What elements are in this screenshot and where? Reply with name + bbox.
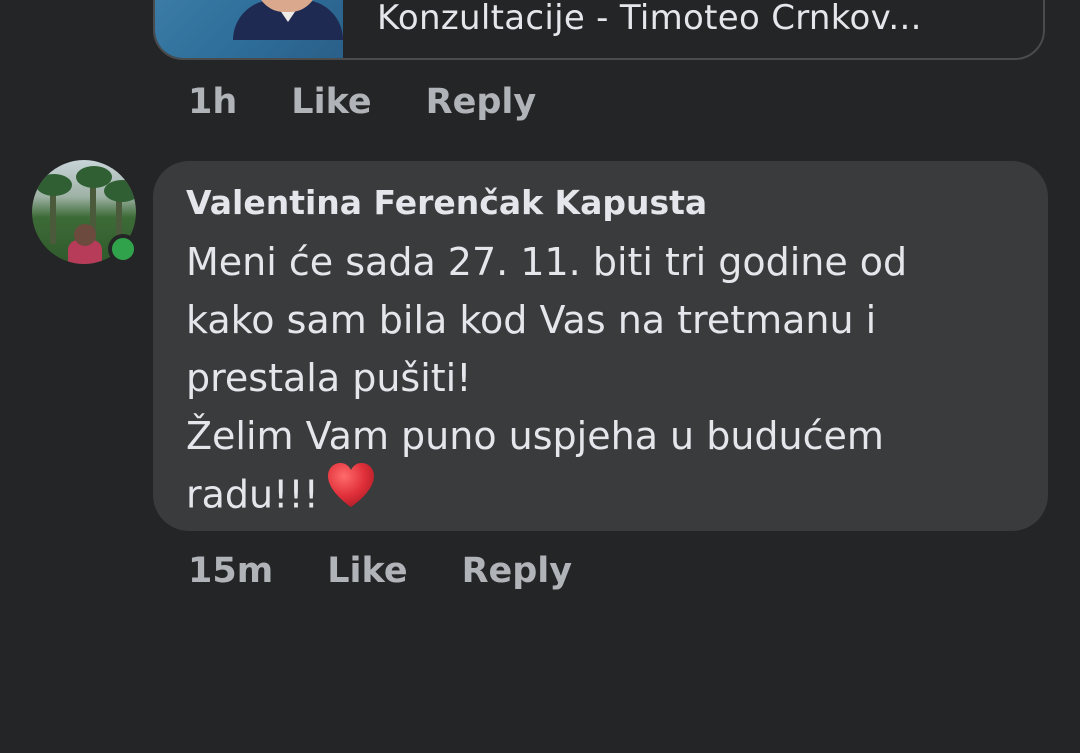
red-heart-icon — [325, 461, 377, 525]
comment-line: prestala pušiti! — [186, 356, 472, 400]
link-preview-title[interactable]: Konzultacije - Timoteo Crnkov... — [377, 0, 922, 38]
avatar-palm-leaves — [36, 174, 72, 196]
reply-button[interactable]: Reply — [462, 551, 573, 591]
avatar-palm-leaves — [104, 180, 136, 202]
comment-author-name[interactable]: Valentina Ferenčak Kapusta — [186, 183, 707, 222]
comment-line: Meni će sada 27. 11. biti tri godine od — [186, 240, 908, 284]
comment-bubble[interactable]: Valentina Ferenčak Kapusta Meni će sada … — [153, 161, 1048, 531]
comment-actions-previous: 1h Like Reply — [188, 82, 536, 122]
comment-line: Želim Vam puno uspjeha u budućem — [186, 414, 884, 458]
comment-line: kako sam bila kod Vas na tretmanu i — [186, 298, 877, 342]
comment-line: radu!!! — [186, 472, 319, 517]
comment-last-line: radu!!! — [186, 463, 986, 529]
comments-screen: Konzultacije - Timoteo Crnkov... 1h Like… — [0, 0, 1080, 753]
online-status-indicator — [108, 234, 138, 264]
reply-button[interactable]: Reply — [426, 82, 537, 122]
avatar-person-head — [74, 224, 96, 246]
link-preview-card[interactable]: Konzultacije - Timoteo Crnkov... — [153, 0, 1045, 60]
comment-actions: 15m Like Reply — [188, 551, 572, 591]
comment-timestamp[interactable]: 15m — [188, 551, 273, 591]
like-button[interactable]: Like — [291, 82, 371, 122]
like-button[interactable]: Like — [327, 551, 407, 591]
link-preview-thumbnail — [155, 0, 343, 58]
comment-timestamp[interactable]: 1h — [188, 82, 237, 122]
comment-text: Meni će sada 27. 11. biti tri godine od … — [186, 233, 986, 529]
